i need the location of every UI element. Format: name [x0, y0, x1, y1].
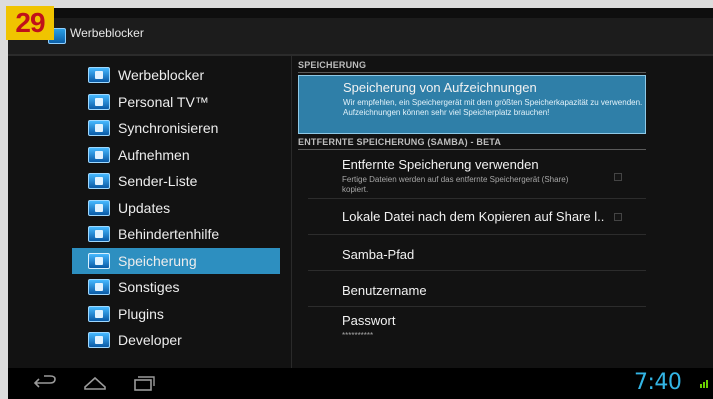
back-icon: [33, 375, 56, 388]
pane-divider: [291, 56, 292, 368]
category-divider: [298, 72, 646, 73]
tv-icon: [88, 332, 110, 348]
sidebar-item-personal-tv[interactable]: Personal TV™: [72, 89, 280, 115]
home-button[interactable]: [80, 372, 110, 394]
pref-title: Benutzername: [342, 283, 427, 298]
sidebar-item-sender-liste[interactable]: Sender-Liste: [72, 168, 280, 194]
back-button[interactable]: [30, 372, 60, 394]
sidebar-item-label: Plugins: [118, 305, 164, 322]
recents-icon: [134, 376, 155, 391]
pref-title: Speicherung von Aufzeichnungen: [343, 80, 537, 95]
category-label: ENTFERNTE SPEICHERUNG (SAMBA) - BETA: [298, 137, 502, 147]
pref-title: Lokale Datei nach dem Kopieren auf Share…: [342, 209, 605, 224]
pref-storage-location[interactable]: Speicherung von Aufzeichnungen Wir empfe…: [298, 75, 646, 134]
pref-summary: Fertige Dateien werden auf das entfernte…: [342, 175, 569, 194]
recents-button[interactable]: [128, 372, 158, 394]
tv-icon: [88, 305, 110, 322]
tv-icon: [88, 226, 110, 242]
signal-icon: [700, 378, 710, 388]
pref-username[interactable]: Benutzername: [298, 271, 646, 307]
sidebar-item-label: Developer: [118, 332, 182, 348]
tv-icon: [88, 199, 110, 216]
tv-icon: [88, 120, 110, 136]
system-nav-bar: 7:40: [8, 368, 713, 399]
pref-title: Samba-Pfad: [342, 247, 415, 262]
sidebar-item-aufnehmen[interactable]: Aufnehmen: [72, 142, 280, 168]
sidebar-item-label: Sender-Liste: [118, 173, 198, 189]
window-title: Werbeblocker: [70, 26, 144, 40]
status-clock: 7:40: [634, 370, 682, 395]
category-header-samba: ENTFERNTE SPEICHERUNG (SAMBA) - BETA: [298, 137, 646, 150]
tablet-screen: Werbeblocker Werbeblocker Personal TV™ S…: [8, 8, 713, 399]
settings-content: Werbeblocker Personal TV™ Synchronisiere…: [8, 56, 713, 368]
pref-password[interactable]: Passwort **********: [298, 307, 646, 347]
sidebar-item-label: Sonstiges: [118, 279, 180, 295]
sidebar-item-speicherung[interactable]: Speicherung: [72, 247, 280, 274]
screenshot-frame: 29 Werbeblocker Werbeblocker Personal TV…: [0, 0, 713, 399]
sidebar-item-synchronisieren[interactable]: Synchronisieren: [72, 115, 280, 141]
sidebar-item-label: Personal TV™: [118, 93, 209, 110]
sidebar-item-behindertenhilfe[interactable]: Behindertenhilfe: [72, 221, 280, 247]
sidebar-item-developer[interactable]: Developer: [72, 327, 280, 353]
pref-delete-local[interactable]: Lokale Datei nach dem Kopieren auf Share…: [298, 199, 646, 235]
pref-title: Entfernte Speicherung verwenden: [342, 157, 539, 172]
home-icon: [84, 376, 106, 390]
tv-icon: [88, 93, 110, 110]
sidebar-item-label: Werbeblocker: [118, 67, 205, 83]
delete-local-checkbox[interactable]: [614, 213, 622, 221]
tv-icon: [88, 146, 110, 163]
category-label: SPEICHERUNG: [298, 60, 367, 70]
tv-icon: [88, 67, 110, 83]
category-header-speicherung: SPEICHERUNG: [298, 60, 646, 73]
tv-icon: [88, 173, 110, 189]
sidebar-item-label: Behindertenhilfe: [118, 226, 220, 242]
sidebar-item-sonstiges[interactable]: Sonstiges: [72, 274, 280, 300]
pref-title: Passwort: [342, 313, 396, 328]
pref-remote-storage[interactable]: Entfernte Speicherung verwenden Fertige …: [298, 153, 646, 199]
sidebar-item-label: Updates: [118, 199, 171, 216]
password-value: **********: [342, 331, 374, 340]
pref-samba-path[interactable]: Samba-Pfad: [298, 235, 646, 271]
sidebar-item-label: Speicherung: [118, 252, 197, 269]
tv-icon: [88, 279, 110, 295]
tv-icon: [88, 252, 110, 269]
sidebar-item-werbeblocker[interactable]: Werbeblocker: [72, 62, 280, 88]
sidebar-item-plugins[interactable]: Plugins: [72, 301, 280, 327]
category-divider: [298, 149, 646, 150]
sidebar-item-label: Aufnehmen: [118, 146, 190, 163]
remote-storage-checkbox[interactable]: [614, 173, 622, 181]
sidebar-item-updates[interactable]: Updates: [72, 195, 280, 221]
figure-number-badge: 29: [6, 6, 54, 40]
pref-summary: Wir empfehlen, ein Speichergerät mit dem…: [343, 98, 643, 117]
sidebar-item-label: Synchronisieren: [118, 120, 219, 136]
